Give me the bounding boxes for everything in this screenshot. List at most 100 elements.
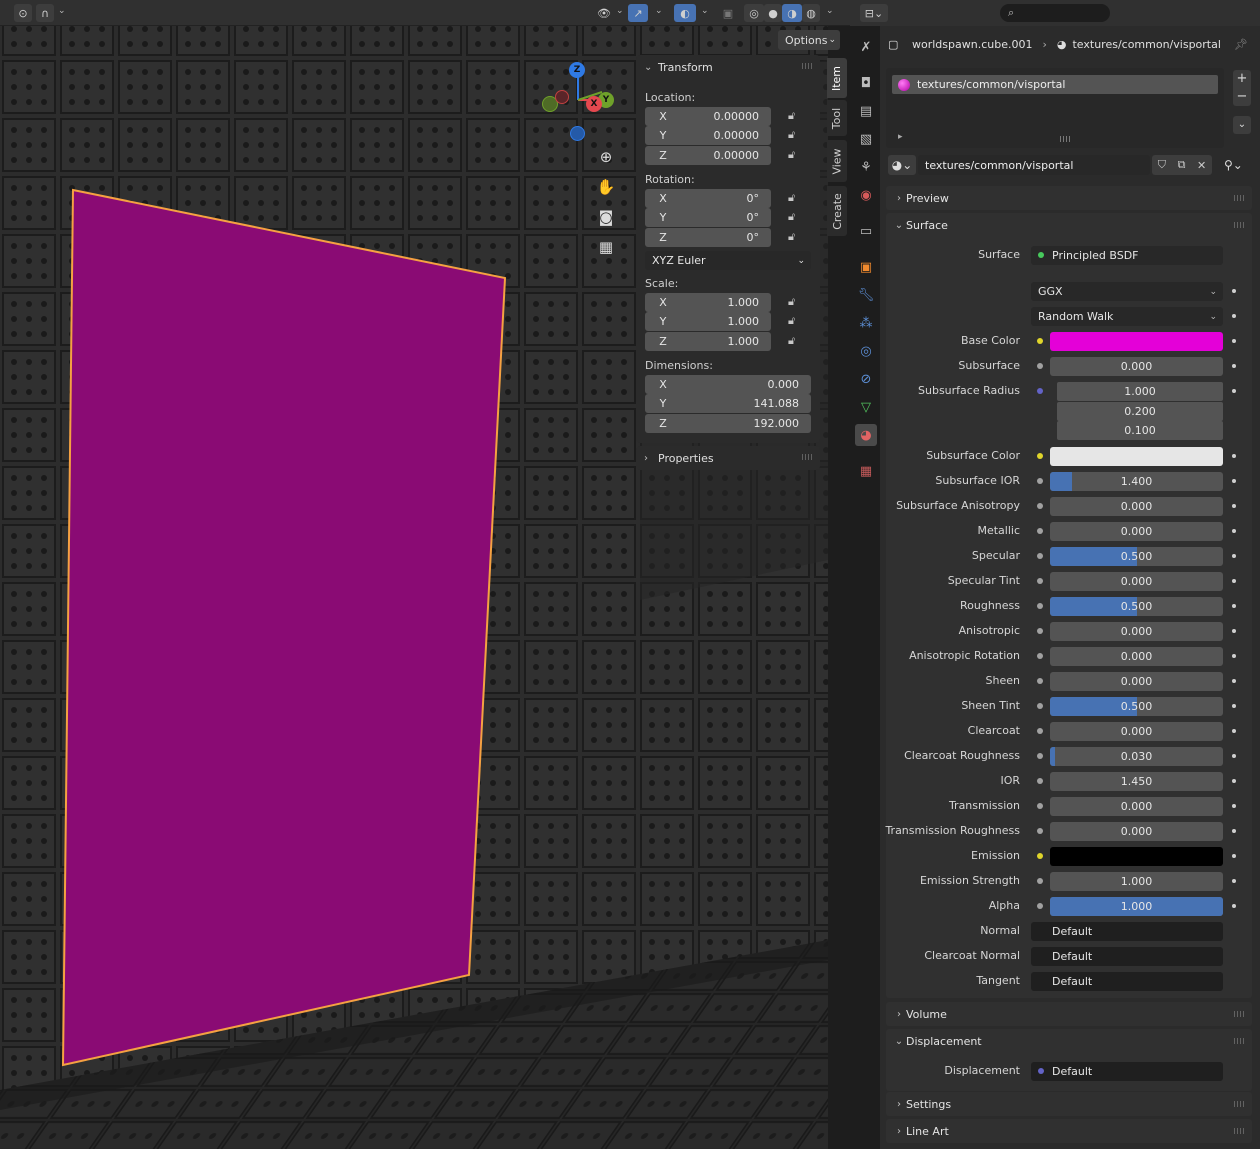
subsurface-method-dropdown[interactable]: Random Walk ⌄ (1031, 307, 1223, 326)
keyframe-dot-icon[interactable] (1232, 579, 1236, 583)
wireframe-shading-icon[interactable]: ◎ (744, 4, 764, 22)
slider-field[interactable]: 0.500 (1050, 597, 1223, 616)
keyframe-dot-icon[interactable] (1232, 679, 1236, 683)
input-socket-icon[interactable] (1037, 628, 1043, 634)
resize-handle-icon[interactable] (1060, 136, 1072, 142)
input-socket-icon[interactable] (1037, 728, 1043, 734)
output-icon[interactable]: ▤ (855, 100, 877, 122)
drag-handle-icon[interactable] (1234, 195, 1246, 201)
tab-create[interactable]: Create (827, 186, 847, 236)
dimensions-y-field[interactable]: Y 141.088 (645, 394, 811, 413)
keyframe-dot-icon[interactable] (1232, 904, 1236, 908)
fake-user-shield-icon[interactable]: ⛉ (1158, 158, 1166, 172)
rotation-x-field[interactable]: X 0° (645, 189, 771, 208)
surface-shader-field[interactable]: Principled BSDF (1031, 246, 1223, 265)
keyframe-dot-icon[interactable] (1232, 654, 1236, 658)
keyframe-dot-icon[interactable] (1232, 879, 1236, 883)
slider-field[interactable]: 1.000 (1050, 897, 1223, 916)
lock-icon[interactable]: 🔓︎ (788, 191, 804, 205)
rotation-y-field[interactable]: Y 0° (645, 208, 771, 227)
keyframe-dot-icon[interactable] (1232, 454, 1236, 458)
duplicate-icon[interactable]: ⧉ (1178, 158, 1186, 172)
dimensions-z-field[interactable]: Z 192.000 (645, 414, 811, 433)
slider-field[interactable]: 0.000 (1050, 672, 1223, 691)
input-socket-icon[interactable] (1037, 503, 1043, 509)
vector-link-field[interactable]: Default (1031, 972, 1223, 991)
particles-icon[interactable]: ⁂ (855, 312, 877, 334)
vector-component-field[interactable]: 0.200 (1057, 401, 1223, 421)
preview-panel[interactable]: › Preview (886, 186, 1252, 210)
distribution-dropdown[interactable]: GGX ⌄ (1031, 282, 1223, 301)
transform-panel-header[interactable]: ⌄ Transform (636, 55, 820, 79)
drag-handle-icon[interactable] (1234, 1038, 1246, 1044)
view-layer-icon[interactable]: ▧ (855, 128, 877, 150)
vector-link-field[interactable]: Default (1031, 947, 1223, 966)
slider-field[interactable]: 1.400 (1050, 472, 1223, 491)
keyframe-dot-icon[interactable] (1232, 364, 1236, 368)
editor-type-icon[interactable]: ⊟⌄ (860, 4, 888, 22)
perspective-grid-icon[interactable]: ▦ (594, 235, 618, 259)
scene-icon[interactable]: ⚘ (855, 156, 877, 178)
slider-field[interactable]: 0.500 (1050, 697, 1223, 716)
slot-menu-icon[interactable]: ⌄ (1233, 116, 1251, 134)
keyframe-dot-icon[interactable] (1232, 829, 1236, 833)
zoom-icon[interactable]: ⊕ (594, 145, 618, 169)
tab-item[interactable]: Item (827, 58, 847, 98)
input-socket-icon[interactable] (1037, 853, 1043, 859)
visibility-eye-icon[interactable]: 👁 (594, 4, 614, 22)
displacement-field[interactable]: Default (1031, 1062, 1223, 1081)
slider-field[interactable]: 0.000 (1050, 497, 1223, 516)
chevron-down-icon[interactable]: ⌄ (826, 6, 834, 16)
render-icon[interactable]: ◘ (855, 72, 877, 94)
keyframe-dot-icon[interactable] (1232, 729, 1236, 733)
input-socket-icon[interactable] (1037, 578, 1043, 584)
tab-view[interactable]: View (827, 140, 847, 182)
input-socket-icon[interactable] (1037, 778, 1043, 784)
rotation-z-field[interactable]: Z 0° (645, 228, 771, 247)
constraints-icon[interactable]: ⊘ (855, 368, 877, 390)
keyframe-dot-icon[interactable] (1232, 389, 1236, 393)
volume-panel[interactable]: › Volume (886, 1002, 1252, 1026)
color-swatch[interactable] (1050, 847, 1223, 866)
input-socket-icon[interactable] (1037, 338, 1043, 344)
unlink-x-icon[interactable]: ✕ (1197, 159, 1206, 172)
slider-field[interactable]: 0.000 (1050, 797, 1223, 816)
keyframe-dot-icon[interactable] (1232, 754, 1236, 758)
slider-field[interactable]: 0.000 (1050, 572, 1223, 591)
color-swatch[interactable] (1050, 447, 1223, 466)
rotation-mode-dropdown[interactable]: XYZ Euler ⌄ (645, 251, 811, 270)
input-socket-icon[interactable] (1037, 388, 1043, 394)
scale-x-field[interactable]: X 1.000 (645, 293, 771, 312)
slider-field[interactable]: 1.450 (1050, 772, 1223, 791)
remove-slot-icon[interactable]: − (1233, 88, 1251, 106)
gizmo-toggle-icon[interactable]: ↗ (628, 4, 648, 22)
drag-handle-icon[interactable] (802, 454, 814, 460)
vector-component-field[interactable]: 1.000 (1057, 382, 1223, 401)
input-socket-icon[interactable] (1037, 878, 1043, 884)
keyframe-dot-icon[interactable] (1232, 804, 1236, 808)
drag-handle-icon[interactable] (1234, 1101, 1246, 1107)
pin-icon[interactable]: 📌︎ (1234, 38, 1248, 51)
keyframe-dot-icon[interactable] (1232, 479, 1236, 483)
object-data-icon[interactable]: ▽ (855, 396, 877, 418)
vector-component-field[interactable]: 0.100 (1057, 421, 1223, 440)
input-socket-icon[interactable] (1037, 903, 1043, 909)
slider-field[interactable]: 0.000 (1050, 357, 1223, 376)
lock-icon[interactable]: 🔓︎ (788, 314, 804, 328)
keyframe-dot-icon[interactable] (1232, 504, 1236, 508)
expand-triangle-icon[interactable]: ▸ (898, 132, 903, 142)
slider-field[interactable]: 0.030 (1050, 747, 1223, 766)
falloff-curve-icon[interactable]: ∩ (36, 4, 54, 22)
input-socket-icon[interactable] (1037, 528, 1043, 534)
slider-field[interactable]: 0.000 (1050, 822, 1223, 841)
vector-link-field[interactable]: Default (1031, 922, 1223, 941)
color-swatch[interactable] (1050, 332, 1223, 351)
lock-icon[interactable]: 🔓︎ (788, 148, 804, 162)
pan-hand-icon[interactable]: ✋ (594, 175, 618, 199)
node-filter-icon[interactable]: ⚲⌄ (1224, 155, 1252, 175)
input-socket-icon[interactable] (1037, 478, 1043, 484)
surface-panel-header[interactable]: ⌄ Surface (892, 213, 948, 237)
camera-view-icon[interactable]: ◙ (594, 205, 618, 229)
line-art-panel[interactable]: › Line Art (886, 1119, 1252, 1143)
scale-y-field[interactable]: Y 1.000 (645, 312, 771, 331)
